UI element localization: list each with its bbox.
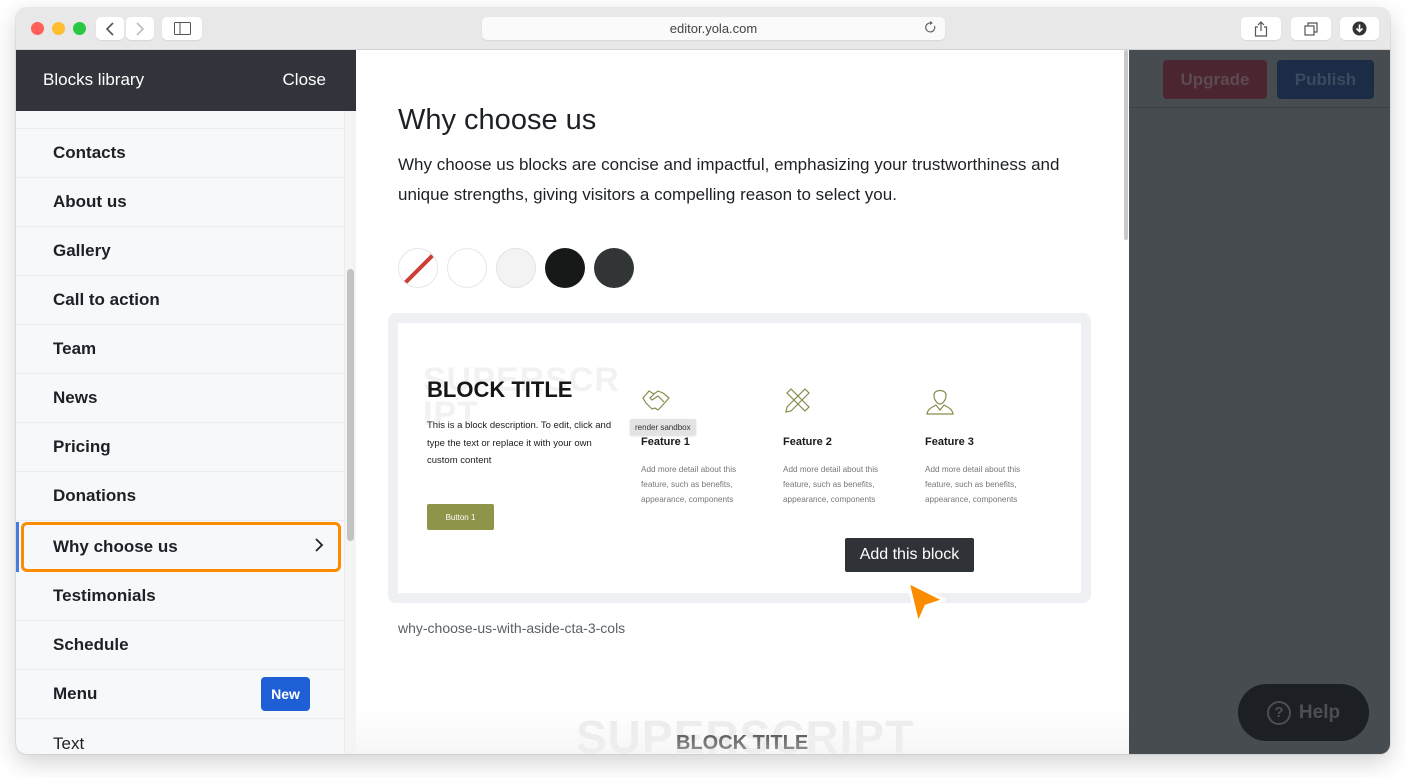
- category-label: Contacts: [53, 143, 126, 162]
- block-description: This is a block description. To edit, cl…: [427, 420, 612, 466]
- category-label: Call to action: [53, 290, 160, 309]
- render-sandbox-tooltip: render sandbox: [630, 419, 696, 435]
- tabs-overview-button[interactable]: [1291, 17, 1331, 40]
- category-donations[interactable]: Donations: [16, 472, 344, 521]
- block-category-list: Contacts About us Gallery Call to action…: [16, 111, 344, 754]
- category-news[interactable]: News: [16, 374, 344, 423]
- category-testimonials[interactable]: Testimonials: [16, 572, 344, 621]
- blocks-library-panel: Blocks library Close Contacts About us G…: [16, 50, 356, 754]
- person-icon: [926, 389, 954, 415]
- block-preview-panel: Why choose us Why choose us blocks are c…: [356, 50, 1129, 754]
- handshake-icon: [642, 390, 670, 411]
- selected-indicator: [16, 522, 19, 572]
- category-label: News: [53, 388, 98, 407]
- blocks-library-title: Blocks library: [43, 70, 145, 89]
- swatch-black[interactable]: [545, 248, 585, 288]
- share-icon: [1254, 20, 1268, 37]
- chevron-right-icon: [136, 21, 145, 36]
- url-text: editor.yola.com: [669, 21, 758, 36]
- category-label: Why choose us: [53, 537, 178, 556]
- block-title: BLOCK TITLE: [427, 377, 573, 402]
- help-button[interactable]: ? Help: [1238, 684, 1369, 741]
- category-title: Why choose us: [398, 104, 597, 136]
- swatch-none[interactable]: [398, 248, 438, 288]
- back-button[interactable]: [96, 17, 124, 40]
- feature-name: Feature 3: [925, 436, 974, 448]
- list-item-partial: [16, 111, 344, 129]
- category-text[interactable]: Text: [16, 719, 344, 754]
- category-why-choose-us[interactable]: Why choose us: [21, 522, 341, 572]
- tabs-icon: [1304, 21, 1318, 36]
- feature-description: Add more detail about this feature, such…: [641, 465, 737, 504]
- category-label: Donations: [53, 486, 137, 505]
- preview-fade: [356, 710, 1129, 754]
- close-library-button[interactable]: Close: [283, 70, 326, 90]
- category-label: Testimonials: [53, 586, 156, 605]
- browser-titlebar: editor.yola.com: [16, 8, 1390, 50]
- category-contacts[interactable]: Contacts: [16, 129, 344, 178]
- category-team[interactable]: Team: [16, 325, 344, 374]
- feature-description: Add more detail about this feature, such…: [925, 465, 1021, 504]
- pointer-cursor-icon: [906, 580, 946, 626]
- swatch-light-gray[interactable]: [496, 248, 536, 288]
- add-this-block-button[interactable]: Add this block: [845, 538, 974, 572]
- share-button[interactable]: [1241, 17, 1281, 40]
- block-preview-render: SUPERSCRIPT BLOCK TITLE This is a block …: [398, 323, 1081, 593]
- download-icon: [1352, 21, 1367, 36]
- block-slug: why-choose-us-with-aside-cta-3-cols: [398, 620, 626, 636]
- close-window-button[interactable]: [31, 22, 44, 35]
- category-menu[interactable]: Menu New: [16, 670, 344, 719]
- category-label: Text: [53, 733, 85, 753]
- block-preview-card[interactable]: SUPERSCRIPT BLOCK TITLE This is a block …: [388, 313, 1091, 603]
- reload-icon[interactable]: [924, 21, 937, 37]
- category-description: Why choose us blocks are concise and imp…: [398, 155, 1060, 204]
- help-label: Help: [1298, 701, 1341, 723]
- category-label: Pricing: [53, 437, 111, 456]
- block-button: Button 1: [427, 504, 494, 530]
- feature-description: Add more detail about this feature, such…: [783, 465, 879, 504]
- category-label: Gallery: [53, 241, 111, 260]
- forward-button[interactable]: [126, 17, 154, 40]
- sidebar-toggle-button[interactable]: [162, 17, 202, 40]
- category-label: Schedule: [53, 635, 129, 654]
- pencil-ruler-icon: [785, 388, 810, 413]
- feature-name: Feature 2: [783, 436, 832, 448]
- minimize-window-button[interactable]: [52, 22, 65, 35]
- library-scrollbar-thumb[interactable]: [347, 269, 354, 541]
- browser-window: editor.yola.com Upgrade Publish ? Help B…: [16, 8, 1390, 754]
- category-call-to-action[interactable]: Call to action: [16, 276, 344, 325]
- category-label: About us: [53, 192, 127, 211]
- new-badge: New: [261, 677, 310, 711]
- downloads-button[interactable]: [1340, 17, 1379, 40]
- chevron-left-icon: [105, 21, 114, 36]
- swatch-dark-gray[interactable]: [594, 248, 634, 288]
- zoom-window-button[interactable]: [73, 22, 86, 35]
- swatch-white[interactable]: [447, 248, 487, 288]
- category-label: Team: [53, 339, 97, 358]
- sidebar-icon: [173, 22, 191, 35]
- upgrade-button[interactable]: Upgrade: [1163, 60, 1267, 99]
- feature-column: Feature 1 Add more detail about this fea…: [641, 385, 761, 507]
- category-about-us[interactable]: About us: [16, 178, 344, 227]
- category-gallery[interactable]: Gallery: [16, 227, 344, 276]
- category-label: Menu: [53, 684, 98, 703]
- feature-column: Feature 3 Add more detail about this fea…: [925, 385, 1045, 507]
- question-circle-icon: ?: [1266, 700, 1291, 725]
- preview-scrollbar[interactable]: [1124, 50, 1128, 240]
- feature-column: Feature 2 Add more detail about this fea…: [783, 385, 903, 507]
- category-schedule[interactable]: Schedule: [16, 621, 344, 670]
- publish-button[interactable]: Publish: [1277, 60, 1374, 99]
- address-bar[interactable]: editor.yola.com: [482, 17, 945, 40]
- blocks-library-header: Blocks library Close: [16, 50, 356, 111]
- feature-name: Feature 1: [641, 436, 690, 448]
- chevron-right-icon: [314, 537, 324, 558]
- library-scrollbar[interactable]: [344, 111, 356, 754]
- category-pricing[interactable]: Pricing: [16, 423, 344, 472]
